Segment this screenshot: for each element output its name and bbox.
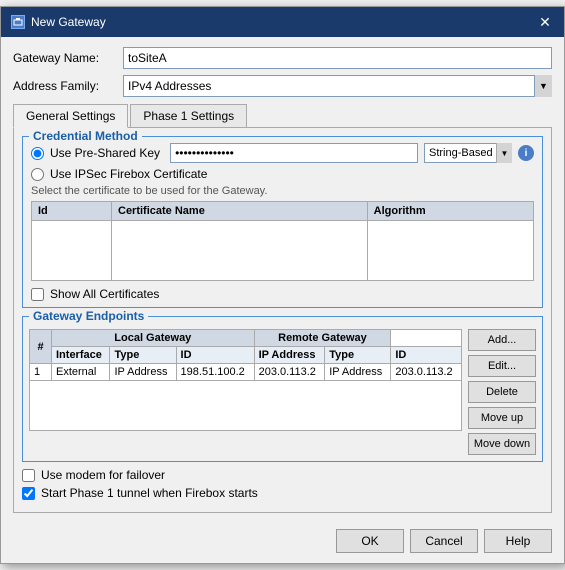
gw-header-row-2: Interface Type ID IP Address Type ID — [30, 347, 462, 364]
gateway-endpoints-inner: # Local Gateway Remote Gateway Interface… — [23, 317, 542, 461]
address-family-label: Address Family: — [13, 79, 123, 93]
gw-row-num: 1 — [30, 364, 52, 381]
tab-general-settings[interactable]: General Settings — [13, 104, 128, 128]
gw-local-gateway-header: Local Gateway — [52, 330, 255, 347]
address-family-select[interactable]: IPv4 Addresses IPv6 Addresses — [123, 75, 552, 97]
modem-failover-checkbox[interactable] — [22, 469, 35, 482]
credential-method-section: Credential Method Use Pre-Shared Key Str… — [22, 136, 543, 308]
add-button[interactable]: Add... — [468, 329, 536, 351]
gateway-buttons: Add... Edit... Delete Move up Move down — [468, 329, 536, 455]
gateway-endpoints-title: Gateway Endpoints — [29, 309, 148, 323]
gw-sub-id-remote: ID — [391, 347, 462, 364]
address-family-select-wrapper: IPv4 Addresses IPv6 Addresses ▼ — [123, 75, 552, 97]
gw-sub-id-local: ID — [176, 347, 254, 364]
gw-row-id-remote: 203.0.113.2 — [391, 364, 462, 381]
titlebar-left: New Gateway — [11, 15, 106, 29]
gateway-icon — [11, 15, 25, 29]
cert-col-algo: Algorithm — [367, 202, 533, 221]
show-all-certs-label: Show All Certificates — [50, 287, 159, 301]
psk-type-select[interactable]: String-Based Hex — [424, 143, 512, 163]
cert-label: Use IPSec Firebox Certificate — [50, 167, 207, 181]
move-down-button[interactable]: Move down — [468, 433, 536, 455]
start-tunnel-label: Start Phase 1 tunnel when Firebox starts — [41, 486, 258, 500]
gw-row-ip: 203.0.113.2 — [254, 364, 325, 381]
gateway-name-label: Gateway Name: — [13, 51, 123, 65]
table-row[interactable]: 1 External IP Address 198.51.100.2 203.0… — [30, 364, 462, 381]
credential-method-title: Credential Method — [29, 129, 142, 143]
gw-row-type-local: IP Address — [110, 364, 176, 381]
titlebar-title: New Gateway — [31, 15, 106, 29]
modem-failover-row: Use modem for failover — [22, 468, 543, 482]
gw-row-id-local: 198.51.100.2 — [176, 364, 254, 381]
address-family-row: Address Family: IPv4 Addresses IPv6 Addr… — [13, 75, 552, 97]
gateway-name-input[interactable] — [123, 47, 552, 69]
cert-radio-row: Use IPSec Firebox Certificate — [31, 167, 534, 181]
gw-remote-gateway-header: Remote Gateway — [254, 330, 391, 347]
psk-type-select-wrapper: String-Based Hex ▼ — [424, 143, 512, 163]
gw-row-interface: External — [52, 364, 110, 381]
gateway-table-area: # Local Gateway Remote Gateway Interface… — [29, 329, 462, 455]
titlebar: New Gateway ✕ — [1, 7, 564, 37]
start-tunnel-checkbox[interactable] — [22, 487, 35, 500]
cert-empty-row — [32, 221, 534, 281]
ok-button[interactable]: OK — [336, 529, 404, 553]
gateway-name-row: Gateway Name: — [13, 47, 552, 69]
gateway-endpoints-section: Gateway Endpoints # Local Gateway Remote… — [22, 316, 543, 462]
delete-button[interactable]: Delete — [468, 381, 536, 403]
close-button[interactable]: ✕ — [536, 13, 554, 31]
start-tunnel-row: Start Phase 1 tunnel when Firebox starts — [22, 486, 543, 500]
gw-sub-type-remote: Type — [325, 347, 391, 364]
tab-phase1-settings[interactable]: Phase 1 Settings — [130, 104, 247, 128]
gw-sub-interface: Interface — [52, 347, 110, 364]
psk-label: Use Pre-Shared Key — [50, 146, 160, 160]
tabs: General Settings Phase 1 Settings — [13, 103, 552, 127]
cert-note: Select the certificate to be used for th… — [31, 185, 534, 197]
psk-radio[interactable] — [31, 147, 44, 160]
gateway-endpoints-table: # Local Gateway Remote Gateway Interface… — [29, 329, 462, 431]
show-all-certs-checkbox[interactable] — [31, 288, 44, 301]
dialog-footer: OK Cancel Help — [1, 523, 564, 563]
cert-radio[interactable] — [31, 168, 44, 181]
info-icon[interactable]: i — [518, 145, 534, 161]
gw-row-type-remote: IP Address — [325, 364, 391, 381]
tab-content-general: Credential Method Use Pre-Shared Key Str… — [13, 127, 552, 513]
gw-sub-ip: IP Address — [254, 347, 325, 364]
cancel-button[interactable]: Cancel — [410, 529, 478, 553]
gw-sub-type-local: Type — [110, 347, 176, 364]
show-all-certs-row: Show All Certificates — [31, 287, 534, 301]
dialog-content: Gateway Name: Address Family: IPv4 Addre… — [1, 37, 564, 523]
modem-failover-label: Use modem for failover — [41, 468, 165, 482]
help-button[interactable]: Help — [484, 529, 552, 553]
gw-col-hash: # — [30, 330, 52, 364]
cert-col-id: Id — [32, 202, 112, 221]
certificate-table: Id Certificate Name Algorithm — [31, 201, 534, 281]
edit-button[interactable]: Edit... — [468, 355, 536, 377]
psk-radio-row: Use Pre-Shared Key String-Based Hex ▼ i — [31, 143, 534, 163]
gw-empty-row — [30, 381, 462, 431]
psk-input[interactable] — [170, 143, 418, 163]
dialog-new-gateway: New Gateway ✕ Gateway Name: Address Fami… — [0, 6, 565, 564]
move-up-button[interactable]: Move up — [468, 407, 536, 429]
bottom-options: Use modem for failover Start Phase 1 tun… — [22, 468, 543, 500]
cert-col-name: Certificate Name — [112, 202, 368, 221]
cert-table-header-row: Id Certificate Name Algorithm — [32, 202, 534, 221]
gw-header-row-1: # Local Gateway Remote Gateway — [30, 330, 462, 347]
tabs-container: General Settings Phase 1 Settings Creden… — [13, 103, 552, 513]
psk-input-row: String-Based Hex ▼ i — [170, 143, 534, 163]
